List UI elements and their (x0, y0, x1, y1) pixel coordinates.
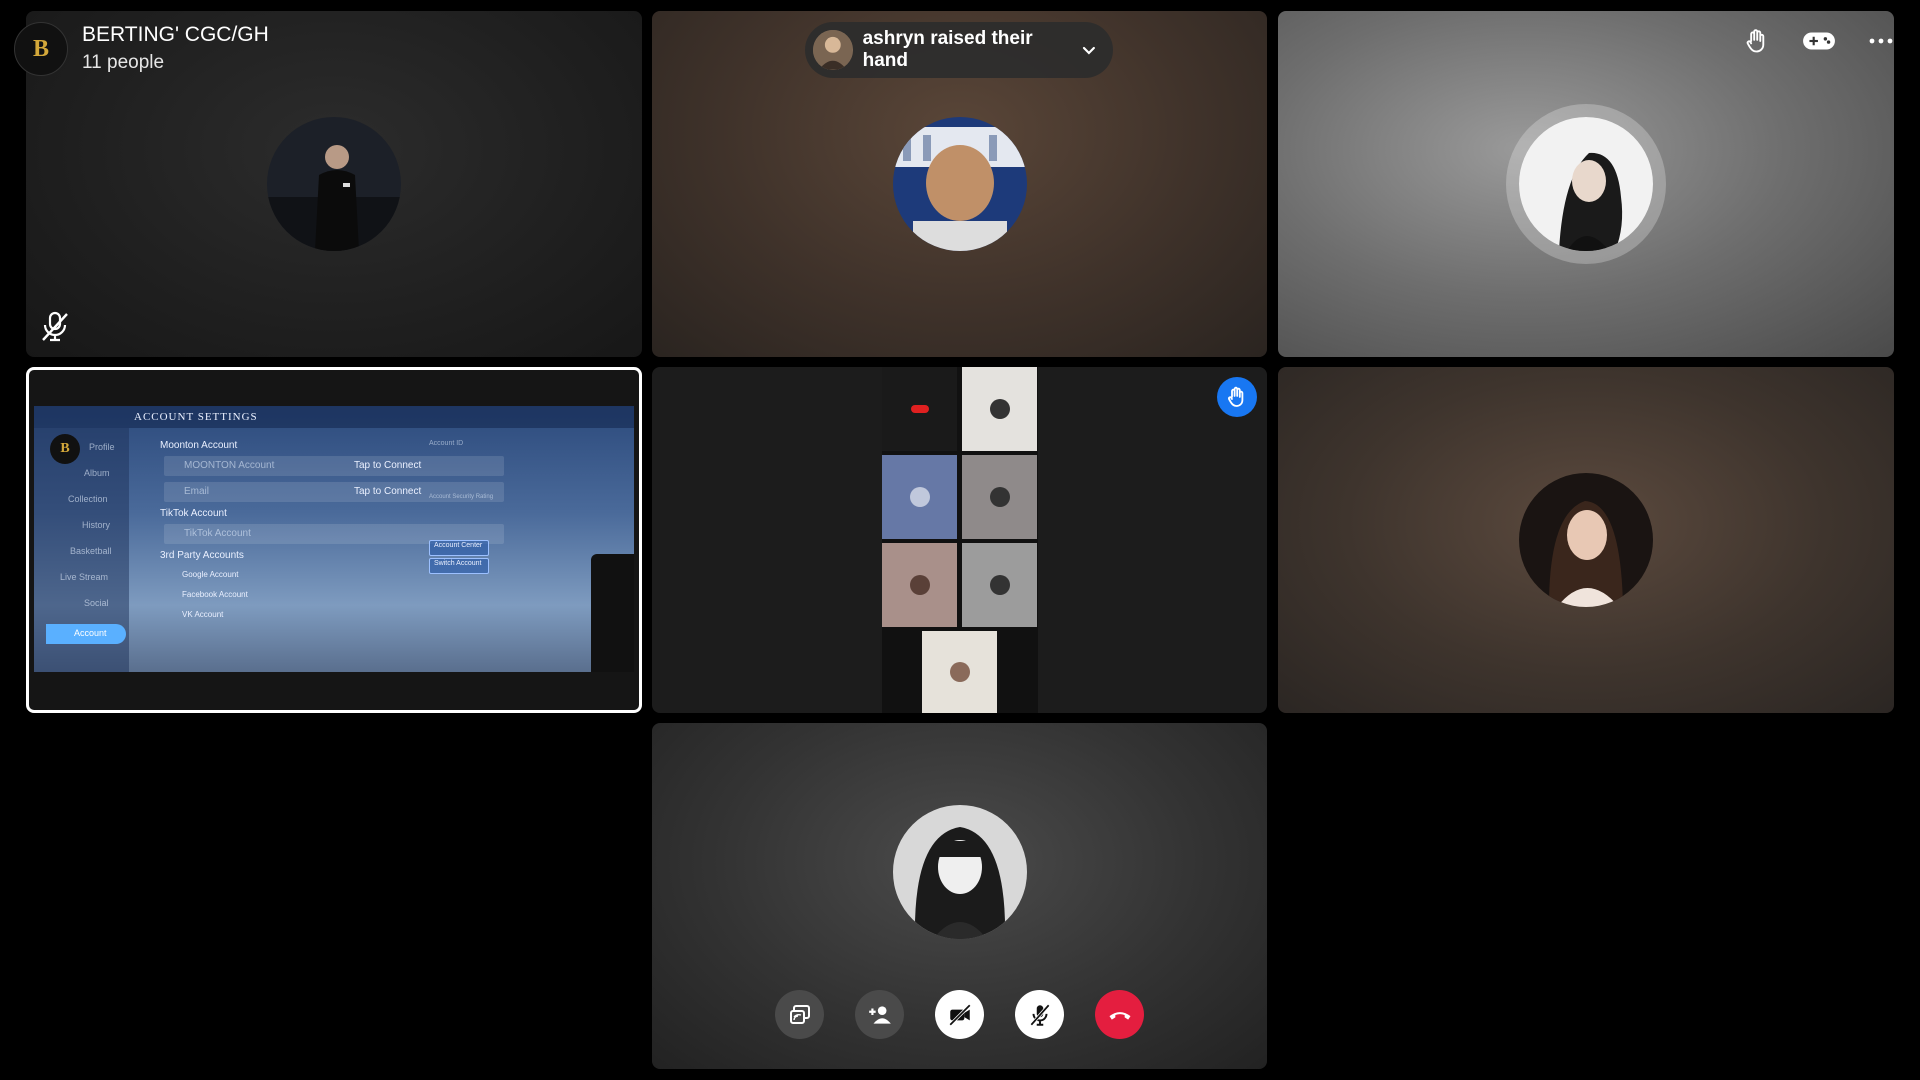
add-people-button[interactable] (855, 990, 904, 1039)
screen-share-frame[interactable]: ACCOUNT SETTINGS B Profile Album Collect… (26, 367, 642, 713)
notification-avatar (813, 30, 853, 70)
account-settings-title: ACCOUNT SETTINGS (134, 411, 258, 423)
raised-hand-badge (1217, 377, 1257, 417)
raise-hand-icon (1228, 386, 1244, 407)
end-call-button[interactable] (1095, 990, 1144, 1039)
shared-logo: B (50, 434, 80, 464)
ss-account-id: Account ID (429, 440, 464, 447)
grid-cell (962, 543, 1037, 627)
raised-hand-notification[interactable]: ashryn raised their hand (805, 22, 1113, 78)
ss-tiktok-row: TikTok Account (184, 528, 251, 539)
notification-text: ashryn raised their hand (862, 28, 1033, 71)
ss-security-rating: Account Security Rating (429, 494, 494, 500)
add-person-icon (868, 1005, 891, 1024)
grid-cell (962, 367, 1037, 451)
ss-thumbnail-strip (591, 554, 634, 672)
ss-social: Social (84, 598, 109, 608)
participant-avatar (892, 117, 1027, 251)
participant-tile[interactable] (1278, 11, 1894, 357)
participant-count[interactable]: 11 people (82, 51, 269, 75)
mic-off-icon (40, 310, 70, 342)
end-call-icon (1109, 1011, 1130, 1020)
grid-cell (962, 455, 1037, 539)
gamepad-icon[interactable] (1802, 24, 1836, 58)
grid-cell (882, 455, 957, 539)
grid-cell (882, 367, 957, 451)
ss-third-party-title: 3rd Party Accounts (160, 550, 244, 561)
ss-collection: Collection (68, 494, 108, 504)
self-avatar (892, 804, 1027, 939)
chevron-down-icon[interactable] (1081, 42, 1097, 58)
ss-tiktok-title: TikTok Account (160, 508, 227, 519)
participant-avatar (267, 117, 401, 251)
grid-cell (922, 631, 997, 713)
ss-account: Account (74, 628, 107, 638)
ss-live-stream: Live Stream (60, 572, 109, 582)
phone-screen-share (882, 367, 1038, 713)
ss-switch-account: Switch Account (434, 560, 482, 567)
call-controls (775, 990, 1144, 1039)
grid-cell (882, 543, 957, 627)
ss-account-center: Account Center (434, 542, 483, 549)
ss-moonton-account: Moonton Account (160, 440, 238, 451)
participant-tile[interactable] (1278, 367, 1894, 713)
participant-avatar (1519, 473, 1653, 607)
ss-basketball: Basketball (70, 546, 112, 556)
group-title: BERTING' CGC/GH (82, 23, 269, 46)
ss-album: Album (84, 468, 110, 478)
camera-toggle-button[interactable] (935, 990, 984, 1039)
ss-google-row: Google Account (182, 570, 239, 579)
top-toolbar (1740, 24, 1898, 58)
mic-off-icon (1029, 1003, 1050, 1026)
ss-moonton-row: MOONTON Account (184, 460, 275, 471)
camera-off-icon (948, 1003, 971, 1026)
call-header: B BERTING' CGC/GH 11 people (14, 22, 269, 76)
ss-email-row: Email (184, 486, 210, 497)
ss-tap-connect-1: Tap to Connect (354, 460, 422, 471)
share-screen-button[interactable] (775, 990, 824, 1039)
ss-history: History (82, 520, 111, 530)
ss-facebook-row: Facebook Account (182, 590, 248, 599)
ss-profile: Profile (89, 442, 115, 452)
group-logo[interactable]: B (14, 22, 68, 76)
shared-screen-content: ACCOUNT SETTINGS B Profile Album Collect… (34, 406, 634, 672)
participant-avatar (1519, 117, 1653, 251)
ss-vk-row: VK Account (182, 610, 224, 619)
raise-hand-icon[interactable] (1740, 24, 1774, 58)
more-options-icon[interactable] (1864, 24, 1898, 58)
mic-toggle-button[interactable] (1015, 990, 1064, 1039)
share-screen-icon (789, 1004, 810, 1024)
ss-tap-connect-2: Tap to Connect (354, 486, 422, 497)
